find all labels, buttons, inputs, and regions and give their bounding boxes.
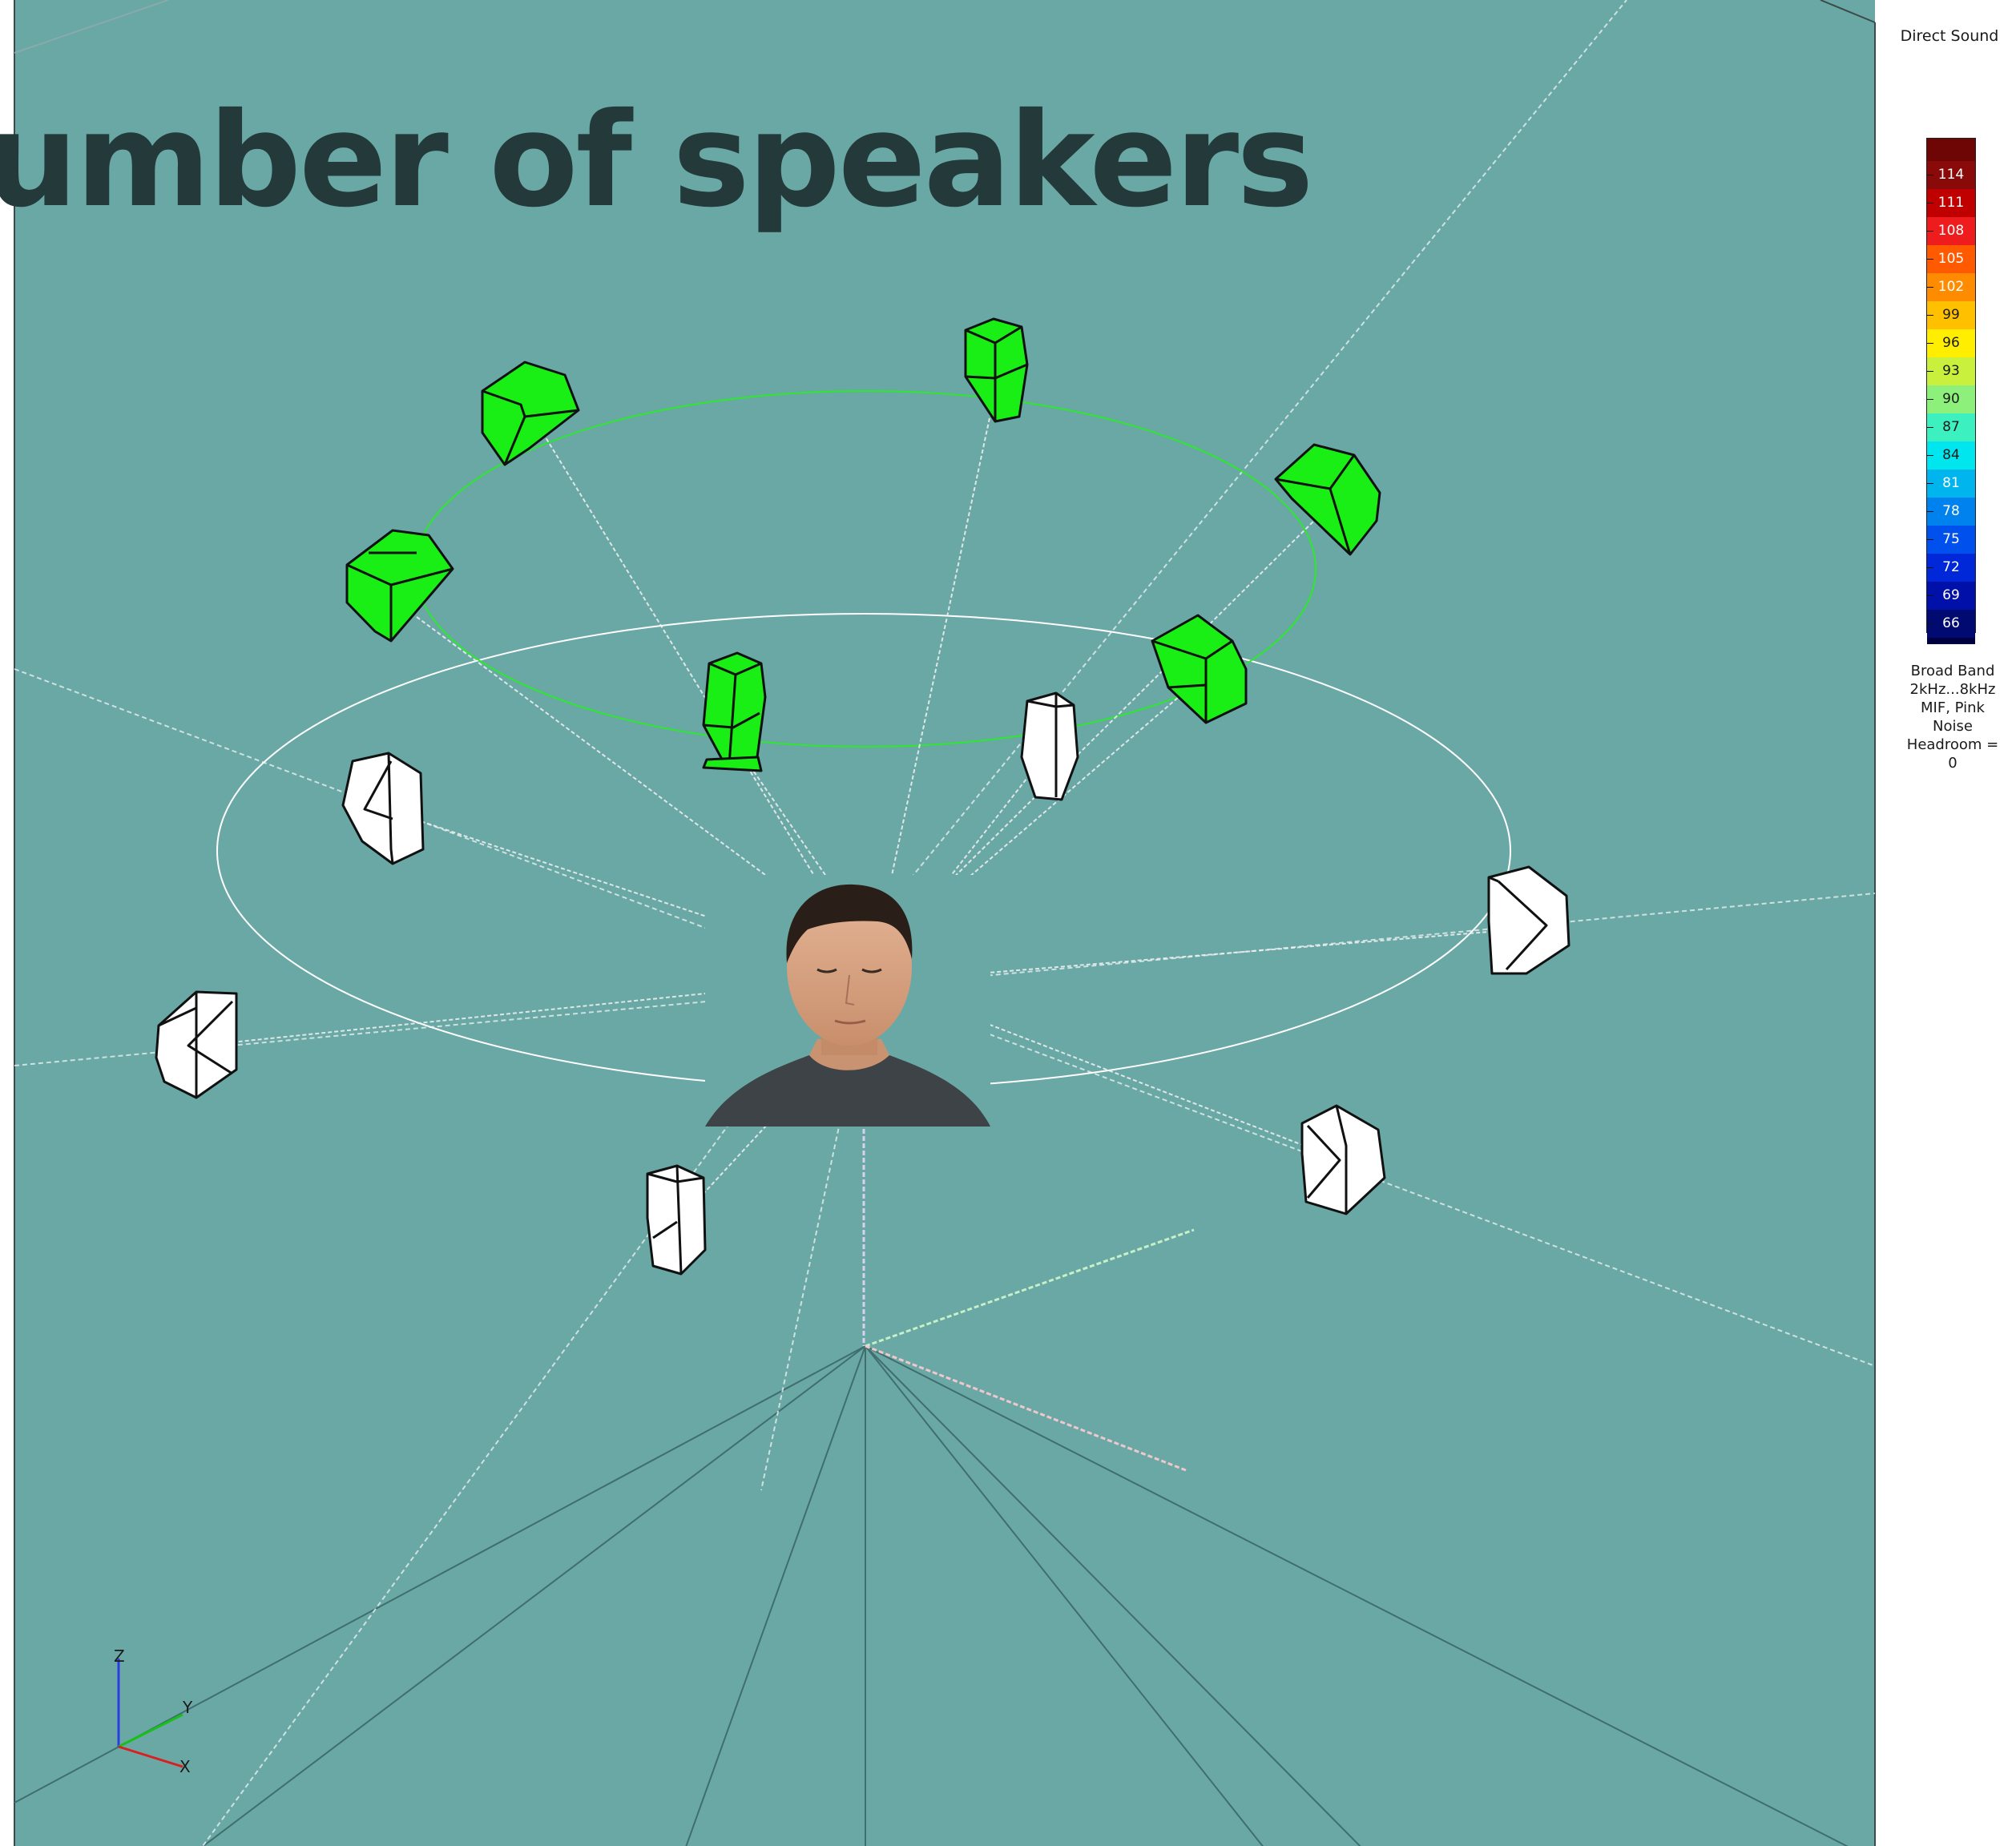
legend-tick (1927, 455, 1933, 456)
legend-level: 90 (1927, 385, 1975, 413)
legend-level: 84 (1927, 441, 1975, 470)
legend-tick (1927, 427, 1933, 428)
legend-level-label: 75 (1942, 531, 1960, 547)
speaker-icon[interactable] (702, 756, 763, 772)
legend-level: 96 (1927, 329, 1975, 357)
legend-level: 72 (1927, 554, 1975, 582)
legend-level-label: 102 (1937, 279, 1965, 295)
legend-level-label: 108 (1937, 223, 1965, 239)
legend-level-label: 84 (1942, 447, 1960, 463)
axis-x-label: X (179, 1757, 191, 1776)
legend-level: 87 (1927, 413, 1975, 441)
legend-level-label: 93 (1942, 363, 1960, 379)
legend-note-line: 2kHz...8kHz (1909, 681, 1996, 698)
legend-level: 75 (1927, 526, 1975, 554)
3d-viewport[interactable]: Z Y X umber of speakers (0, 0, 2016, 1846)
legend-tick (1927, 371, 1933, 372)
legend-note-line: MIF, Pink (1921, 699, 1985, 716)
legend-level: 102 (1927, 273, 1975, 301)
legend-tick (1927, 483, 1933, 484)
legend-level: 81 (1927, 470, 1975, 498)
legend-level: 78 (1927, 498, 1975, 526)
legend-level: 99 (1927, 301, 1975, 329)
legend-note: Broad Band 2kHz...8kHz MIF, Pink Noise H… (1901, 662, 2005, 772)
legend-tick (1927, 343, 1933, 344)
legend-level: 105 (1927, 245, 1975, 273)
slide-title-overlay: umber of speakers (0, 86, 1314, 236)
legend-tick (1927, 231, 1933, 232)
scene-canvas[interactable]: Z Y X (0, 0, 2016, 1846)
legend-level-label: 99 (1942, 307, 1960, 323)
legend-tick (1927, 567, 1933, 568)
legend-tick (1927, 539, 1933, 540)
legend-note-line: 0 (1948, 755, 1958, 772)
listener-head-image (705, 875, 990, 1127)
legend-level-label: 69 (1942, 587, 1960, 603)
legend-level-label: 87 (1942, 419, 1960, 435)
legend-top-cap (1927, 139, 1975, 161)
legend-level-label: 66 (1942, 615, 1960, 631)
legend-level-label: 105 (1937, 251, 1965, 267)
legend-tick (1927, 259, 1933, 260)
legend-level: 66 (1927, 610, 1975, 638)
legend-level-label: 114 (1937, 167, 1965, 183)
legend-tick (1927, 287, 1933, 288)
legend-level-label: 78 (1942, 503, 1960, 519)
color-scale-legend: 114 111 108 105 102 99 96 93 90 87 84 81 78 75 72 69 66 (1926, 138, 1976, 644)
legend-note-line: Headroom = (1906, 736, 1999, 753)
axis-z-label: Z (114, 1646, 125, 1666)
legend-note-line: Broad Band (1910, 663, 1995, 679)
legend-level-label: 72 (1942, 559, 1960, 575)
legend-level: 69 (1927, 582, 1975, 610)
legend-note-line: Noise (1933, 718, 1973, 735)
legend-level: 108 (1927, 217, 1975, 245)
legend-tick (1927, 511, 1933, 512)
legend-level-label: 90 (1942, 391, 1960, 407)
legend-tick (1927, 623, 1933, 624)
legend-tick (1927, 315, 1933, 316)
legend-title: Direct Sound (1900, 27, 1999, 45)
legend-bottom-cap (1927, 638, 1975, 644)
legend-level: 114 (1927, 161, 1975, 189)
legend-tick (1927, 203, 1933, 204)
legend-level-label: 81 (1942, 475, 1960, 491)
legend-level-label: 96 (1942, 335, 1960, 351)
legend-tick (1927, 595, 1933, 596)
axis-y-label: Y (182, 1698, 193, 1717)
legend-level-label: 111 (1937, 195, 1965, 211)
speaker-icon[interactable] (646, 1164, 707, 1276)
legend-level: 111 (1927, 189, 1975, 217)
legend-tick (1927, 399, 1933, 400)
legend-level: 93 (1927, 357, 1975, 385)
